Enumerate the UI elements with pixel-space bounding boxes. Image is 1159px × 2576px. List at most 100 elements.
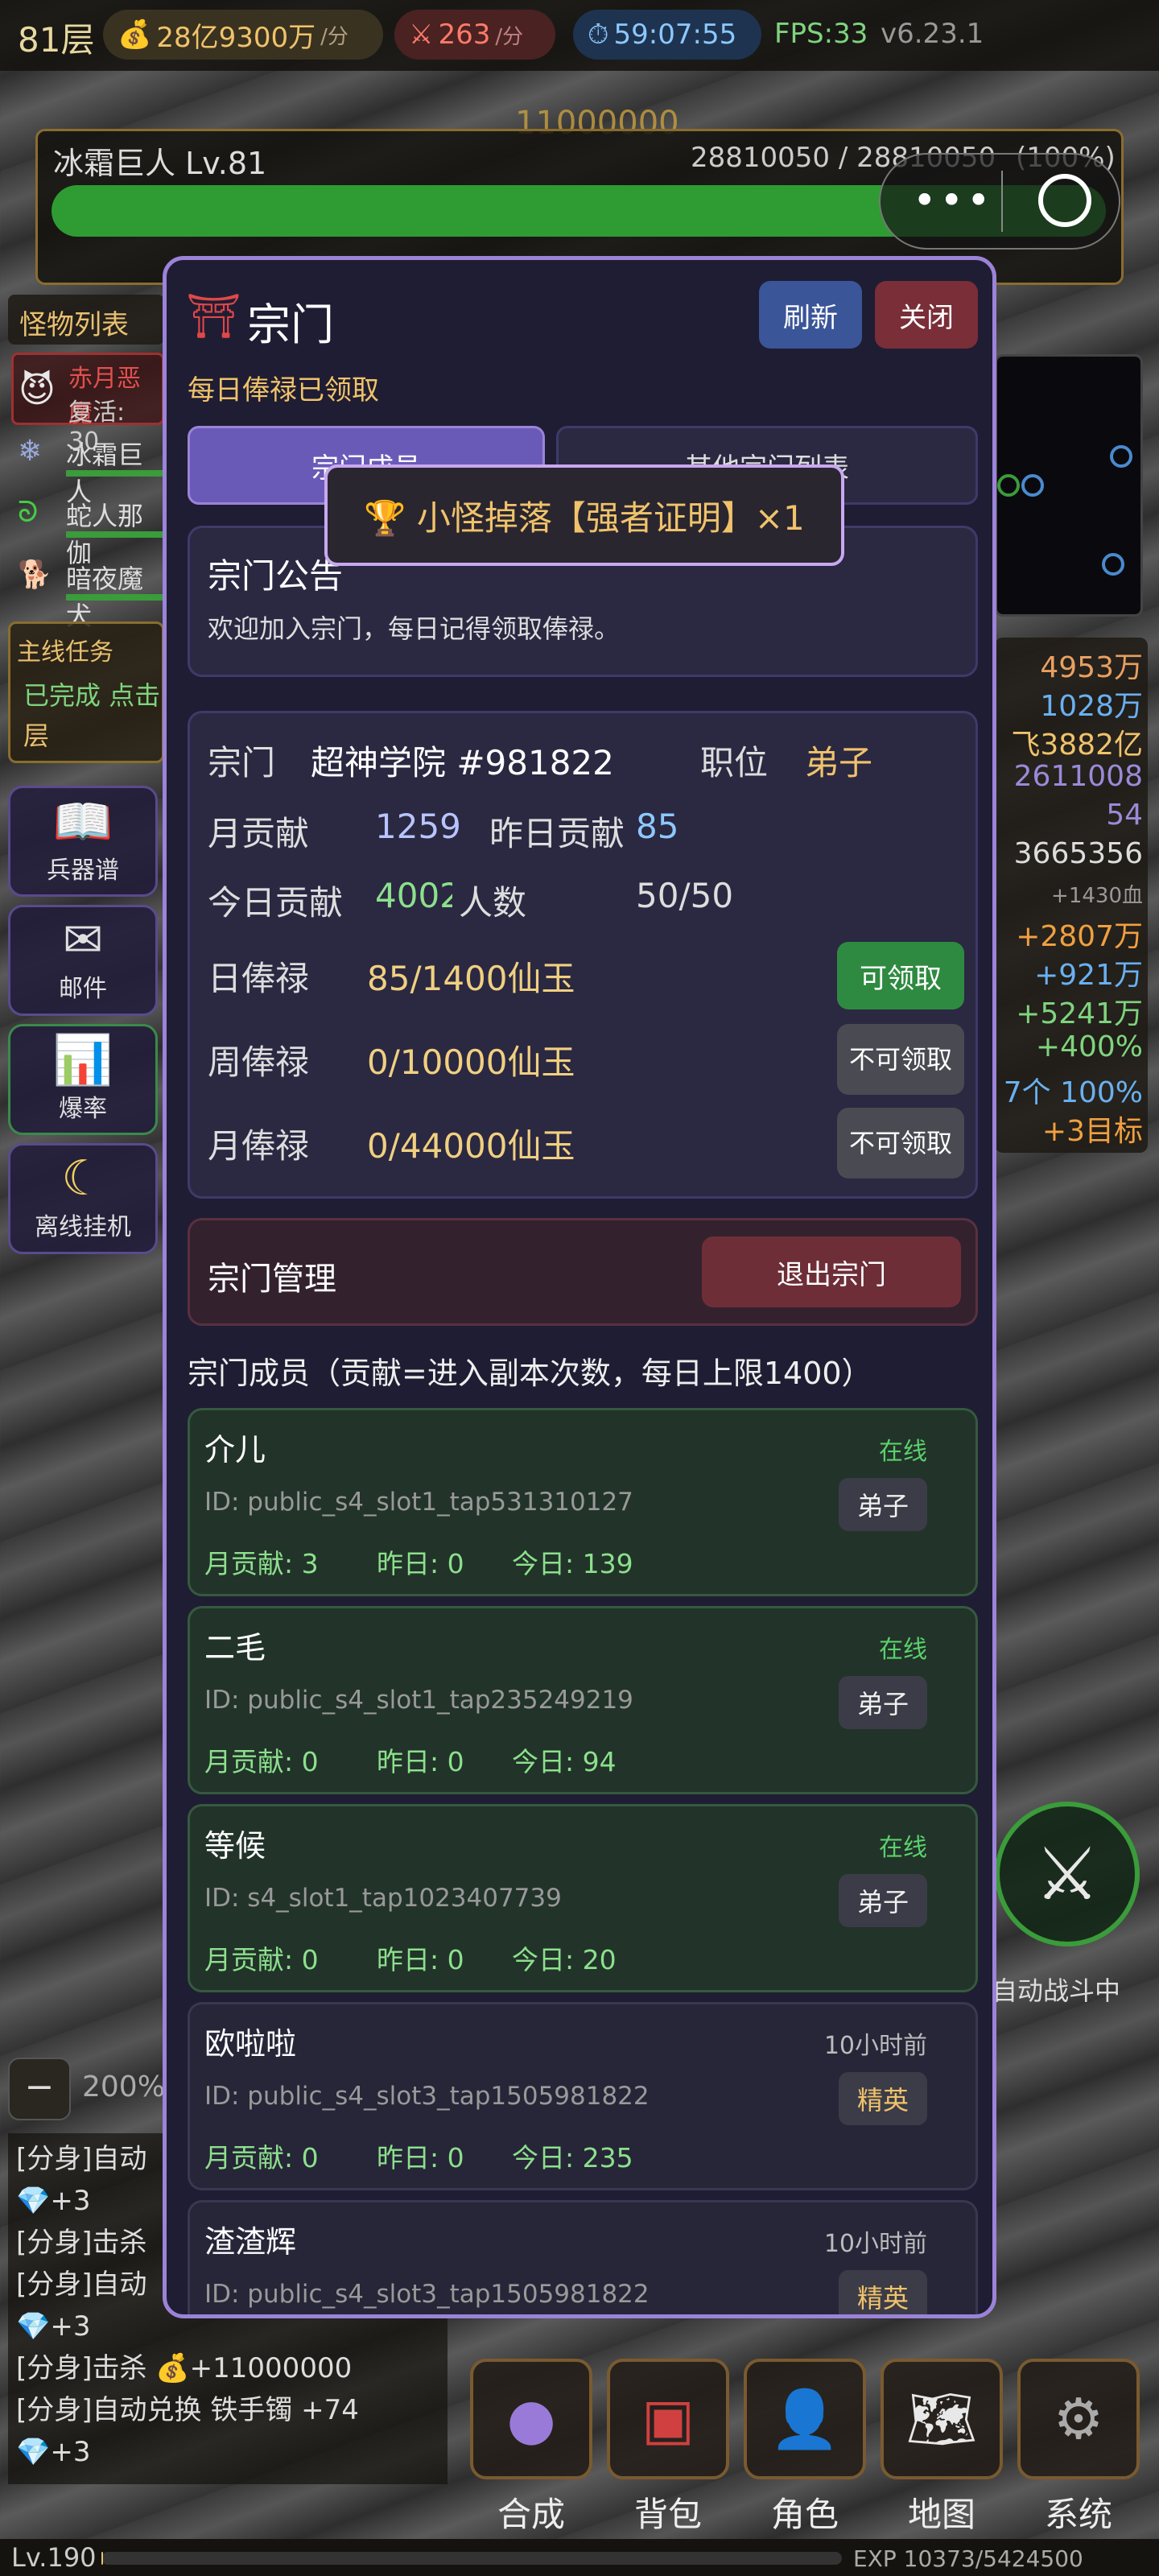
member-yesterday: 昨日: 0 bbox=[377, 1746, 464, 1777]
moon-icon: ☾ bbox=[61, 1150, 105, 1207]
yesterday-contrib-value: 85 bbox=[636, 807, 679, 846]
bar-chart-icon: 📊 bbox=[52, 1032, 113, 1088]
attack-rate: ⚔ 263 /分 bbox=[394, 10, 555, 60]
member-yesterday: 昨日: 0 bbox=[377, 2142, 464, 2174]
member-card[interactable]: 渣渣辉 10小时前 ID: public_s4_slot3_tap1505981… bbox=[188, 2200, 978, 2314]
nav-label: 系统 bbox=[1044, 2495, 1112, 2534]
minimap[interactable] bbox=[995, 354, 1143, 617]
claim-weekly-button[interactable]: 不可领取 bbox=[837, 1024, 964, 1095]
stopwatch-icon: ⏱ bbox=[588, 19, 609, 51]
member-status: 10小时前 bbox=[823, 2230, 927, 2258]
close-button[interactable]: 关闭 bbox=[875, 281, 978, 349]
gold-rate: 💰 28亿9300万 /分 bbox=[103, 10, 383, 60]
monthly-salary-value: 0/44000仙玉 bbox=[367, 1126, 575, 1166]
refresh-button[interactable]: 刷新 bbox=[759, 281, 862, 349]
member-status: 在线 bbox=[879, 1834, 927, 1862]
manage-title: 宗门管理 bbox=[208, 1261, 336, 1298]
mail-button[interactable]: ✉ 邮件 bbox=[8, 905, 158, 1016]
drop-rate-button[interactable]: 📊 爆率 bbox=[8, 1024, 158, 1135]
envelope-icon: ✉ bbox=[62, 912, 104, 968]
monster-item-3[interactable]: ᘐ 蛇人那伽 bbox=[11, 493, 164, 568]
stat-value: 7个 100% bbox=[1003, 1076, 1143, 1109]
sect-name: 超神学院 #981822 bbox=[311, 743, 614, 782]
nav-label: 背包 bbox=[633, 2495, 702, 2534]
nav-label: 角色 bbox=[770, 2495, 839, 2534]
member-card[interactable]: 介儿 在线 ID: public_s4_slot1_tap531310127 弟… bbox=[188, 1408, 978, 1596]
month-contrib-value: 1259 bbox=[375, 807, 461, 846]
today-contrib-label: 今日贡献 bbox=[208, 883, 344, 923]
member-id: ID: public_s4_slot3_tap1505981822 bbox=[204, 2280, 650, 2309]
weapon-book-button[interactable]: 📖 兵器谱 bbox=[8, 786, 158, 897]
crossed-swords-icon: ⚔ bbox=[409, 19, 434, 51]
nav-synthesis-button[interactable]: ● bbox=[470, 2359, 592, 2479]
map-dot bbox=[1102, 553, 1124, 576]
member-name: 等候 bbox=[204, 1828, 266, 1864]
member-today: 今日: 235 bbox=[512, 2142, 633, 2174]
nav-label: 合成 bbox=[497, 2495, 565, 2534]
quit-sect-button[interactable]: 退出宗门 bbox=[702, 1236, 961, 1307]
stat-value: 54 bbox=[1106, 799, 1143, 832]
snake-icon: ᘐ bbox=[18, 496, 39, 529]
claim-monthly-button[interactable]: 不可领取 bbox=[837, 1108, 964, 1179]
member-id: ID: public_s4_slot3_tap1505981822 bbox=[204, 2082, 650, 2111]
monster-list-header: 怪物列表 bbox=[8, 295, 164, 345]
map-dot bbox=[1110, 445, 1132, 468]
exp-text: EXP 10373/5424500 (0.2%) bbox=[853, 2545, 1083, 2576]
stat-value: 2611008 bbox=[1013, 760, 1143, 793]
speed-minus-button[interactable]: − bbox=[8, 2058, 71, 2120]
stat-value: 3665356 bbox=[1013, 837, 1143, 870]
sect-label: 宗门 bbox=[208, 743, 276, 782]
member-month: 月贡献: 0 bbox=[204, 1944, 319, 1975]
today-contrib-value: 4002 bbox=[375, 876, 452, 915]
auto-battle-button[interactable]: ⚔ bbox=[995, 1802, 1140, 1946]
fps-counter: FPS:33 bbox=[774, 18, 868, 50]
month-contrib-label: 月贡献 bbox=[208, 814, 310, 853]
quest-floor: 层 bbox=[23, 720, 50, 751]
monster-item-4[interactable]: 🐕 暗夜魔犬 bbox=[11, 555, 164, 631]
nav-character-button[interactable]: 👤 bbox=[744, 2359, 866, 2479]
exp-bar-fill bbox=[101, 2552, 103, 2565]
monster-item-2[interactable]: ❄ 冰霜巨人 bbox=[11, 431, 164, 507]
member-name: 介儿 bbox=[204, 1432, 266, 1468]
member-name: 二毛 bbox=[204, 1630, 266, 1666]
member-today: 今日: 139 bbox=[512, 1548, 633, 1579]
daily-salary-label: 日俸禄 bbox=[208, 959, 310, 998]
member-card[interactable]: 欧啦啦 10小时前 ID: public_s4_slot3_tap1505981… bbox=[188, 2002, 978, 2190]
position-label: 职位 bbox=[700, 743, 769, 782]
log-line: [分身]自动兑换 铁手镯 +74 bbox=[16, 2394, 359, 2426]
offline-afk-button[interactable]: ☾ 离线挂机 bbox=[8, 1143, 158, 1254]
notice-title: 宗门公告 bbox=[208, 556, 344, 596]
monster-hp-bar bbox=[66, 531, 163, 538]
weekly-salary-label: 周俸禄 bbox=[208, 1042, 310, 1082]
floor-label: 81层 bbox=[18, 20, 95, 60]
miniprogram-capsule[interactable]: ••• bbox=[879, 153, 1120, 250]
member-card[interactable]: 等候 在线 ID: s4_slot1_tap1023407739 弟子 月贡献:… bbox=[188, 1804, 978, 1992]
stat-value: +2807万 bbox=[1016, 920, 1143, 953]
member-role-badge: 精英 bbox=[839, 2072, 927, 2125]
monster-item-1[interactable]: 😈 赤月恶魔 复活: 30 bbox=[11, 353, 164, 456]
member-yesterday: 昨日: 0 bbox=[377, 1548, 464, 1579]
nav-system-button[interactable]: ⚙ bbox=[1017, 2359, 1140, 2479]
member-card[interactable]: 二毛 在线 ID: public_s4_slot1_tap235249219 弟… bbox=[188, 1606, 978, 1794]
nav-backpack-button[interactable]: ▣ bbox=[607, 2359, 729, 2479]
top-status-bar: 81层 💰 28亿9300万 /分 ⚔ 263 /分 ⏱ 59:07:55 FP… bbox=[0, 0, 1159, 71]
member-id: ID: s4_slot1_tap1023407739 bbox=[204, 1884, 562, 1913]
member-role-badge: 弟子 bbox=[839, 1676, 927, 1729]
speed-value: 200% bbox=[82, 2070, 165, 2103]
member-today: 今日: 94 bbox=[512, 1746, 617, 1777]
member-month: 月贡献: 0 bbox=[204, 2142, 319, 2174]
map-dot bbox=[997, 474, 1020, 497]
notice-text: 欢迎加入宗门，每日记得领取俸禄。 bbox=[208, 613, 621, 644]
book-icon: 📖 bbox=[52, 794, 113, 850]
close-target-icon[interactable] bbox=[1038, 174, 1091, 227]
daily-salary-value: 85/1400仙玉 bbox=[367, 959, 575, 998]
member-today: 今日: 20 bbox=[512, 1944, 617, 1975]
more-dots-icon[interactable]: ••• bbox=[913, 177, 993, 224]
quest-title: 主线任务 bbox=[17, 638, 113, 667]
nav-map-button[interactable]: 🗺 bbox=[881, 2359, 1003, 2479]
main-quest-panel[interactable]: 主线任务 已完成 点击 层 bbox=[8, 621, 164, 763]
person-icon: 👤 bbox=[769, 2385, 840, 2452]
sect-manage-card: 宗门管理 退出宗门 bbox=[188, 1218, 978, 1326]
monster-hp-bar bbox=[66, 470, 163, 477]
claim-daily-button[interactable]: 可领取 bbox=[837, 942, 964, 1009]
